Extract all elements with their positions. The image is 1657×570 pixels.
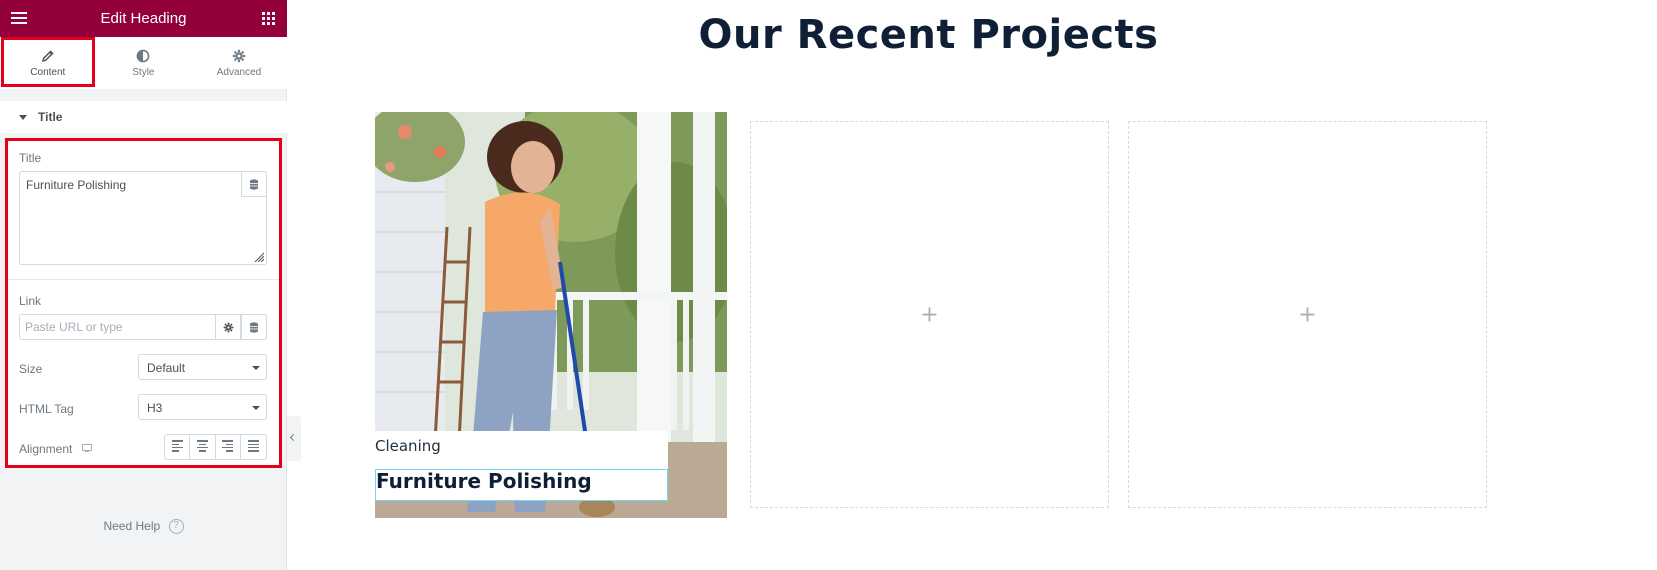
link-options-button[interactable] (215, 314, 241, 340)
size-select-value: Default (147, 361, 186, 375)
gear-icon (223, 322, 233, 332)
link-input[interactable] (20, 315, 216, 339)
section-title-label: Title (38, 110, 63, 124)
tab-style[interactable]: Style (96, 37, 192, 89)
align-right-button[interactable] (216, 435, 241, 459)
need-help-link[interactable]: Need Help ? (0, 519, 287, 535)
align-justify-icon (247, 440, 259, 454)
collapse-panel-button[interactable] (287, 416, 301, 461)
tab-highlight-box (1, 37, 95, 87)
help-circle-icon: ? (168, 519, 184, 535)
control-divider (8, 279, 279, 280)
tab-advanced-label: Advanced (216, 67, 262, 78)
alignment-control-label: Alignment (19, 442, 73, 456)
page-heading[interactable]: Our Recent Projects (600, 12, 1257, 58)
align-right-icon (222, 440, 234, 454)
align-justify-button[interactable] (241, 435, 266, 459)
section-title-toggle[interactable]: Title (0, 101, 287, 133)
align-left-button[interactable] (165, 435, 191, 459)
contrast-icon (136, 49, 150, 63)
caret-down-icon (19, 115, 27, 120)
link-url-field (19, 314, 267, 340)
link-control-label: Link (19, 294, 42, 308)
gear-icon (232, 49, 246, 63)
align-center-icon (196, 440, 208, 454)
dynamic-tags-button[interactable] (241, 171, 267, 197)
chevron-down-icon (252, 406, 260, 410)
tab-style-label: Style (132, 67, 155, 78)
database-icon (250, 178, 258, 190)
title-control-label: Title (19, 151, 42, 165)
link-dynamic-tags-button[interactable] (241, 314, 267, 340)
resize-grip-icon[interactable] (254, 252, 264, 262)
project-title-heading[interactable]: Furniture Polishing (375, 469, 668, 501)
widgets-grid-icon[interactable] (262, 12, 275, 25)
project-caption: Cleaning Furniture Polishing (375, 431, 668, 501)
align-center-button[interactable] (190, 435, 216, 459)
chevron-left-icon (289, 433, 298, 442)
size-select[interactable]: Default (138, 354, 267, 380)
alignment-choices (164, 434, 267, 460)
empty-column-3[interactable]: + (1128, 121, 1487, 508)
editor-panel: Edit Heading Content Style Advanced Titl… (0, 0, 287, 570)
database-icon (250, 321, 258, 333)
chevron-down-icon (252, 366, 260, 370)
title-textarea[interactable]: Furniture Polishing (19, 171, 267, 265)
panel-title: Edit Heading (100, 10, 187, 27)
title-textarea-value: Furniture Polishing (26, 178, 127, 192)
tab-advanced[interactable]: Advanced (191, 37, 287, 89)
tab-content[interactable]: Content (0, 37, 96, 89)
html-tag-select[interactable]: H3 (138, 394, 267, 420)
panel-header: Edit Heading (0, 0, 287, 37)
add-element-icon[interactable]: + (1298, 302, 1316, 327)
need-help-label: Need Help (103, 519, 161, 533)
add-element-icon[interactable]: + (920, 302, 938, 327)
align-left-icon (171, 440, 183, 454)
size-control-label: Size (19, 362, 43, 376)
controls-highlight-box: Title Furniture Polishing Link Paste URL… (5, 138, 282, 468)
empty-column-2[interactable]: + (750, 121, 1109, 508)
project-category[interactable]: Cleaning (375, 431, 668, 469)
panel-tabs: Content Style Advanced (0, 37, 287, 89)
html-tag-control-label: HTML Tag (19, 402, 74, 416)
responsive-desktop-icon[interactable] (82, 444, 92, 453)
html-tag-select-value: H3 (147, 401, 163, 415)
